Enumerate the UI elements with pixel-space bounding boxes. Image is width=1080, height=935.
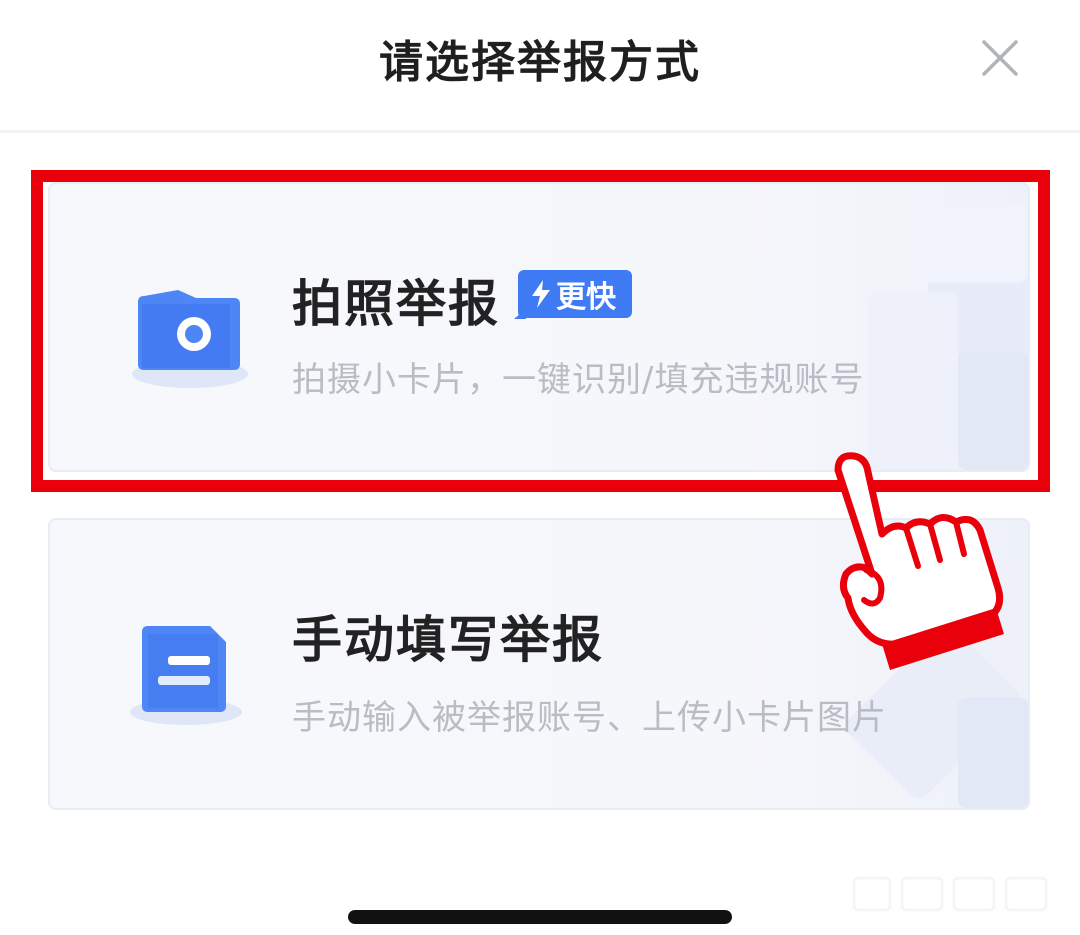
camera-icon [132, 290, 248, 388]
dialog-title: 请选择举报方式 [379, 37, 701, 88]
photo-report-option[interactable]: 拍照举报 更快 拍摄小卡片，一键识别/填充违规账号 [48, 182, 1030, 472]
close-button[interactable] [978, 36, 1022, 80]
header-divider [0, 130, 1080, 133]
lightning-icon [532, 280, 550, 308]
manual-report-description: 手动输入被举报账号、上传小卡片图片 [292, 698, 887, 738]
card-decoration [868, 203, 1028, 470]
photo-report-description: 拍摄小卡片，一键识别/填充违规账号 [292, 360, 865, 400]
home-indicator[interactable] [348, 910, 732, 924]
photo-report-title: 拍照举报 [292, 275, 500, 333]
watermark-logo [852, 876, 1048, 912]
document-icon [130, 626, 242, 725]
card-decoration [846, 559, 1028, 808]
badge-tail [514, 309, 526, 319]
faster-badge-label: 更快 [556, 280, 616, 315]
report-method-dialog: 请选择举报方式 拍照举报 更快 拍摄小卡片，一键识别/填充违规账号 手动填写举报… [0, 0, 1080, 935]
close-icon [982, 40, 1018, 76]
dialog-header: 请选择举报方式 [0, 0, 1080, 130]
faster-badge: 更快 [514, 270, 632, 319]
manual-report-title: 手动填写举报 [292, 611, 604, 669]
manual-report-option[interactable]: 手动填写举报 手动输入被举报账号、上传小卡片图片 [48, 518, 1030, 810]
